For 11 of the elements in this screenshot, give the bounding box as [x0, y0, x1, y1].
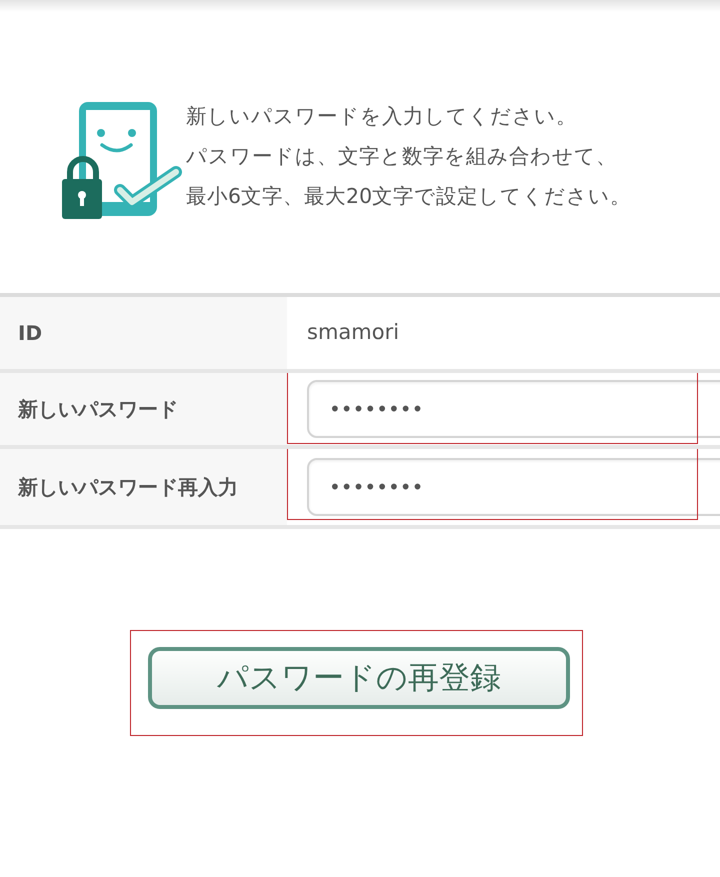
- instruction-text: 新しいパスワードを入力してください。: [186, 103, 578, 130]
- field-label: 新しいパスワード再入力: [0, 449, 287, 525]
- instruction-text: パスワードは、文字と数字を組み合わせて、: [186, 143, 618, 170]
- register-button[interactable]: パスワードの再登録: [148, 647, 570, 709]
- field-label: 新しいパスワード: [0, 373, 287, 445]
- instruction-text: 最小6文字、最大20文字で設定してください。: [186, 183, 632, 210]
- field-label: ID: [0, 297, 287, 369]
- id-value: smamori: [307, 319, 400, 346]
- phone-lock-check-icon: [60, 100, 182, 220]
- password-field[interactable]: ••••••••: [307, 458, 720, 516]
- password-field[interactable]: ••••••••: [307, 380, 720, 438]
